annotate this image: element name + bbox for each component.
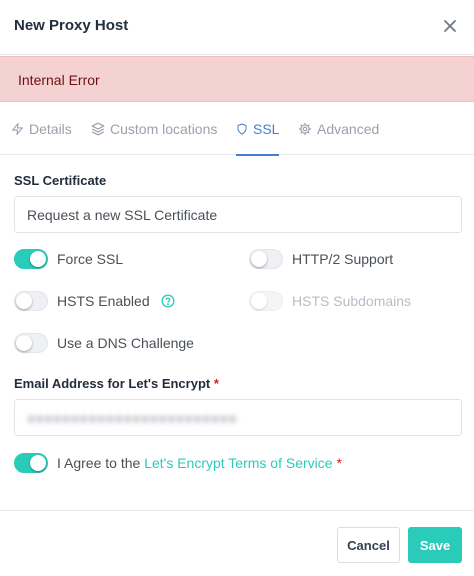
error-alert: Internal Error [0, 56, 474, 102]
dns-challenge-row: Use a DNS Challenge [14, 333, 194, 353]
error-alert-message: Internal Error [18, 72, 100, 88]
modal-header: New Proxy Host [0, 0, 474, 55]
tab-ssl-label: SSL [253, 121, 280, 137]
dns-challenge-label: Use a DNS Challenge [57, 335, 194, 351]
layers-icon [91, 122, 105, 136]
agree-toggle[interactable] [14, 453, 48, 473]
force-ssl-label: Force SSL [57, 251, 124, 267]
help-circle-icon[interactable] [161, 294, 175, 308]
hsts-subdomains-row: HSTS Subdomains [249, 291, 411, 311]
close-icon [444, 20, 456, 32]
email-label: Email Address for Let's Encrypt * [14, 376, 219, 391]
ssl-certificate-label: SSL Certificate [14, 173, 107, 188]
hsts-subdomains-toggle [249, 291, 283, 311]
gear-icon [298, 122, 312, 136]
required-mark: * [213, 376, 219, 391]
zap-icon [12, 123, 23, 135]
terms-of-service-link[interactable]: Let's Encrypt Terms of Service [144, 455, 332, 471]
tab-details[interactable]: Details [11, 103, 72, 155]
hsts-row: HSTS Enabled [14, 291, 175, 311]
tab-custom-locations-label: Custom locations [110, 121, 218, 137]
force-ssl-toggle[interactable] [14, 249, 48, 269]
modal-title: New Proxy Host [14, 17, 129, 34]
tab-advanced[interactable]: Advanced [298, 103, 379, 155]
dns-challenge-toggle[interactable] [14, 333, 48, 353]
tab-advanced-label: Advanced [317, 121, 380, 137]
http2-toggle[interactable] [249, 249, 283, 269]
agree-prefix: I Agree to the [57, 455, 141, 471]
hsts-toggle[interactable] [14, 291, 48, 311]
close-button[interactable] [440, 16, 460, 36]
agree-text: I Agree to the Let's Encrypt Terms of Se… [57, 455, 342, 471]
save-button[interactable]: Save [408, 527, 462, 563]
email-label-text: Email Address for Let's Encrypt [14, 376, 211, 391]
tab-details-label: Details [29, 121, 72, 137]
agree-row: I Agree to the Let's Encrypt Terms of Se… [14, 453, 342, 473]
modal-footer: Cancel Save [0, 510, 474, 576]
hsts-label: HSTS Enabled [57, 293, 150, 309]
http2-row: HTTP/2 Support [249, 249, 393, 269]
tab-ssl[interactable]: SSL [236, 103, 280, 156]
cancel-button[interactable]: Cancel [337, 527, 400, 563]
tab-custom-locations[interactable]: Custom locations [91, 103, 217, 155]
ssl-certificate-value: Request a new SSL Certificate [27, 206, 218, 223]
email-input[interactable]: ●●●●●●●●●●●●●●●●●●●●●●●● [14, 399, 462, 436]
agree-required-mark: * [336, 455, 342, 471]
hsts-subdomains-label: HSTS Subdomains [292, 293, 412, 309]
new-proxy-host-modal: New Proxy Host Internal Error Details Cu… [0, 0, 474, 576]
http2-label: HTTP/2 Support [292, 251, 394, 267]
ssl-certificate-select[interactable]: Request a new SSL Certificate [14, 196, 462, 233]
force-ssl-row: Force SSL [14, 249, 123, 269]
shield-icon [237, 123, 247, 135]
tab-bar: Details Custom locations SSL Advanced [0, 103, 474, 156]
email-value: ●●●●●●●●●●●●●●●●●●●●●●●● [27, 409, 238, 426]
